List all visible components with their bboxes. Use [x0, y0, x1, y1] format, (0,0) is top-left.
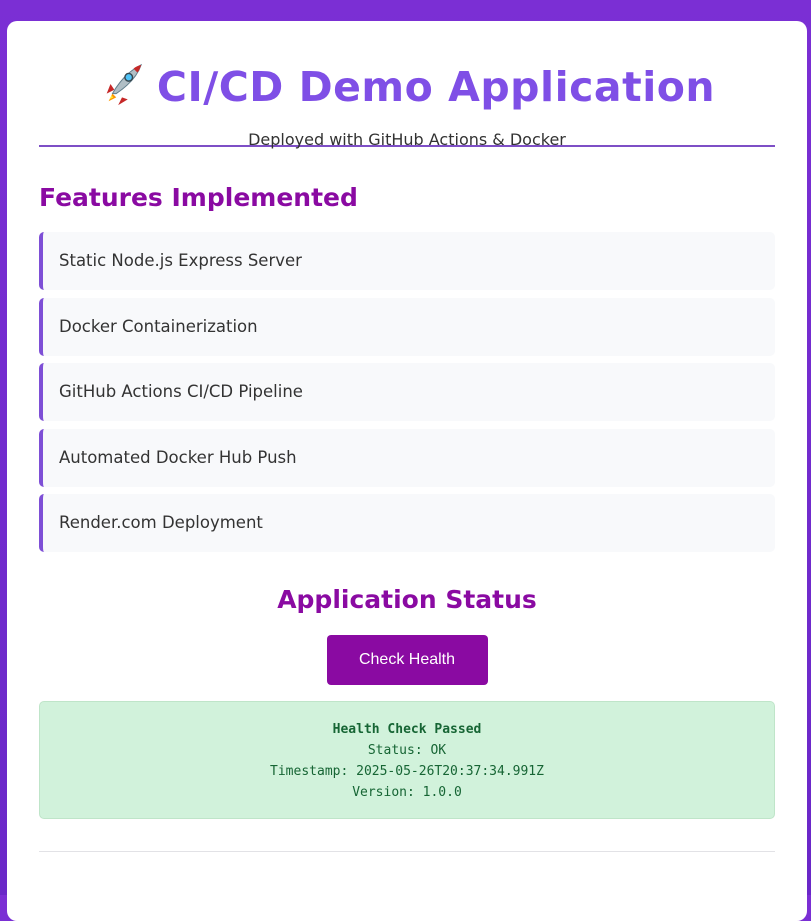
feature-item-render-deployment: Render.com Deployment [39, 494, 775, 552]
button-wrapper: Check Health [39, 635, 775, 685]
feature-item-actions-pipeline: GitHub Actions CI/CD Pipeline [39, 363, 775, 421]
feature-item-docker: Docker Containerization [39, 297, 775, 356]
health-result-title: Health Check Passed [332, 722, 482, 737]
features-list: Static Node.js Express Server Docker Con… [39, 232, 775, 552]
check-health-button[interactable]: Check Health [326, 635, 488, 685]
health-result-box: Health Check Passed Status: OK Timestamp… [39, 701, 775, 819]
page-title-text: CI/CD Demo Application [156, 63, 716, 111]
health-timestamp-line: Timestamp: 2025-05-26T20:37:34.991Z [270, 764, 544, 779]
feature-item-dockerhub-push: Automated Docker Hub Push [39, 428, 775, 487]
page-header: CI/CD Demo Application Deployed with Git… [39, 21, 775, 149]
status-heading: Application Status [277, 585, 537, 614]
page-title: CI/CD Demo Application [39, 61, 775, 112]
feature-item-express-server: Static Node.js Express Server [39, 232, 775, 290]
features-heading: Features Implemented [39, 183, 358, 212]
main-card: CI/CD Demo Application Deployed with Git… [7, 21, 807, 921]
footer-divider [39, 851, 775, 852]
health-version-line: Version: 1.0.0 [352, 785, 462, 800]
page-subtitle: Deployed with GitHub Actions & Docker [248, 130, 566, 149]
rocket-icon [106, 63, 142, 106]
health-status-line: Status: OK [367, 743, 447, 758]
